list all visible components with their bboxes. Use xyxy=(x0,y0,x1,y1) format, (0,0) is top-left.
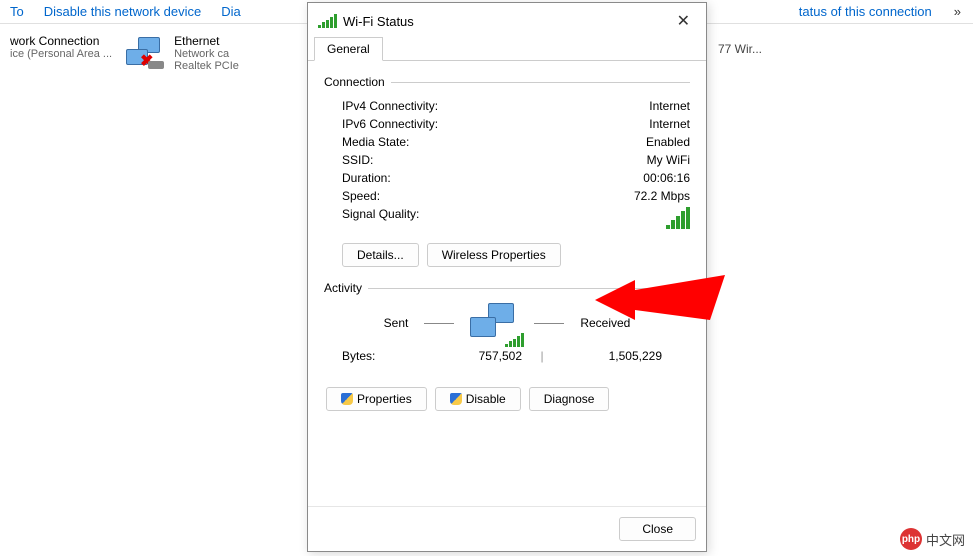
activity-group-header: Activity xyxy=(324,281,690,295)
row-ipv4: IPv4 Connectivity:Internet xyxy=(324,97,690,115)
bytes-row: Bytes: 757,502 | 1,505,229 xyxy=(324,349,690,363)
bytes-received-value: 1,505,229 xyxy=(562,349,662,363)
connection-subtitle: ice (Personal Area ... xyxy=(10,48,112,60)
diagnose-button[interactable]: Diagnose xyxy=(529,387,610,411)
cmd-status[interactable]: tatus of this connection xyxy=(799,4,932,19)
row-media-state: Media State:Enabled xyxy=(324,133,690,151)
signal-bars-icon xyxy=(666,207,690,229)
connection-item-ethernet[interactable]: ✖ Ethernet Network ca Realtek PCIe xyxy=(124,34,239,72)
tab-strip: General xyxy=(308,37,706,61)
details-button[interactable]: Details... xyxy=(342,243,419,267)
connection-subtitle: Network ca xyxy=(174,48,239,60)
connection-adapter: Realtek PCIe xyxy=(174,60,239,72)
watermark-text: 中文网 xyxy=(926,530,965,549)
dialog-footer: Close xyxy=(308,506,706,551)
close-dialog-button[interactable]: Close xyxy=(619,517,696,541)
properties-button[interactable]: Properties xyxy=(326,387,427,411)
cmd-to[interactable]: To xyxy=(10,4,24,19)
cmd-dia[interactable]: Dia xyxy=(221,4,241,19)
wireless-properties-button[interactable]: Wireless Properties xyxy=(427,243,561,267)
cmd-disable-device[interactable]: Disable this network device xyxy=(44,4,202,19)
tab-general[interactable]: General xyxy=(314,37,383,61)
bytes-sent-value: 757,502 xyxy=(422,349,522,363)
row-speed: Speed:72.2 Mbps xyxy=(324,187,690,205)
row-signal-quality: Signal Quality: xyxy=(324,205,690,231)
disable-button[interactable]: Disable xyxy=(435,387,521,411)
wifi-bars-icon xyxy=(318,14,337,28)
row-duration: Duration:00:06:16 xyxy=(324,169,690,187)
activity-signal-icon xyxy=(505,333,524,347)
connection-group-header: Connection xyxy=(324,75,690,89)
wifi-status-dialog: Wi-Fi Status ✕ General Connection IPv4 C… xyxy=(307,2,707,552)
row-ipv6: IPv6 Connectivity:Internet xyxy=(324,115,690,133)
activity-graphic: Sent Received xyxy=(324,303,690,343)
watermark: php 中文网 xyxy=(900,528,965,550)
ethernet-icon: ✖ xyxy=(124,35,166,71)
row-ssid: SSID:My WiFi xyxy=(324,151,690,169)
connection-title: work Connection xyxy=(10,34,112,48)
shield-icon xyxy=(450,393,462,405)
received-label: Received xyxy=(580,316,630,330)
sent-label: Sent xyxy=(384,316,409,330)
activity-computers-icon xyxy=(470,303,518,343)
connection-item-wifi-truncated[interactable]: 77 Wir... xyxy=(718,42,762,56)
connection-item-bluetooth[interactable]: work Connection ice (Personal Area ... xyxy=(10,34,112,72)
wifi-adapter-truncated: 77 Wir... xyxy=(718,42,762,56)
dialog-title: Wi-Fi Status xyxy=(343,14,665,29)
connection-title: Ethernet xyxy=(174,34,239,48)
shield-icon xyxy=(341,393,353,405)
bytes-separator: | xyxy=(522,349,562,363)
bytes-label: Bytes: xyxy=(342,349,422,363)
php-badge-icon: php xyxy=(900,528,922,550)
titlebar: Wi-Fi Status ✕ xyxy=(308,3,706,37)
close-button[interactable]: ✕ xyxy=(671,11,696,31)
overflow-chevron[interactable]: » xyxy=(952,4,963,19)
